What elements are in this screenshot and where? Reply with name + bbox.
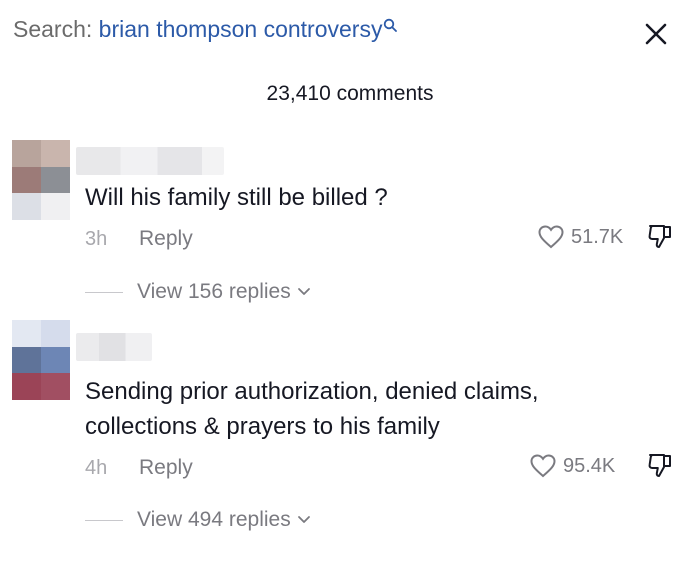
- like-count: 95.4K: [563, 454, 616, 477]
- search-query[interactable]: brian thompson controversy: [99, 16, 383, 42]
- search-prefix: Search:: [13, 16, 93, 42]
- view-replies-button[interactable]: View 156 replies: [85, 280, 311, 304]
- view-replies-button[interactable]: View 494 replies: [85, 508, 311, 532]
- close-icon[interactable]: [642, 20, 670, 48]
- heart-icon: [530, 454, 556, 478]
- avatar[interactable]: [12, 140, 70, 220]
- divider-line: [85, 519, 123, 521]
- search-bar[interactable]: Search: brian thompson controversy: [13, 16, 398, 43]
- like-button[interactable]: 95.4K: [530, 454, 615, 478]
- comment-count: 23,410 comments: [266, 82, 434, 105]
- chevron-down-icon: [297, 288, 310, 295]
- dislike-icon[interactable]: [646, 451, 676, 481]
- comment-text: Will his family still be billed ?: [85, 184, 388, 211]
- username-blurred[interactable]: [76, 147, 224, 175]
- divider-line: [85, 291, 123, 293]
- search-icon[interactable]: [383, 18, 398, 32]
- username-blurred[interactable]: [76, 333, 152, 361]
- comment-time: 4h: [85, 457, 108, 479]
- avatar[interactable]: [12, 320, 70, 400]
- view-replies-label: View 494 replies: [137, 508, 291, 531]
- reply-button[interactable]: Reply: [139, 227, 193, 251]
- heart-icon: [538, 225, 564, 249]
- like-button[interactable]: 51.7K: [538, 225, 623, 249]
- comment-text: Sending prior authorization, denied clai…: [85, 378, 539, 440]
- chevron-down-icon: [297, 516, 310, 523]
- like-count: 51.7K: [571, 225, 624, 248]
- reply-button[interactable]: Reply: [139, 456, 193, 480]
- view-replies-label: View 156 replies: [137, 280, 291, 303]
- comment-time: 3h: [85, 228, 108, 250]
- dislike-icon[interactable]: [646, 222, 676, 252]
